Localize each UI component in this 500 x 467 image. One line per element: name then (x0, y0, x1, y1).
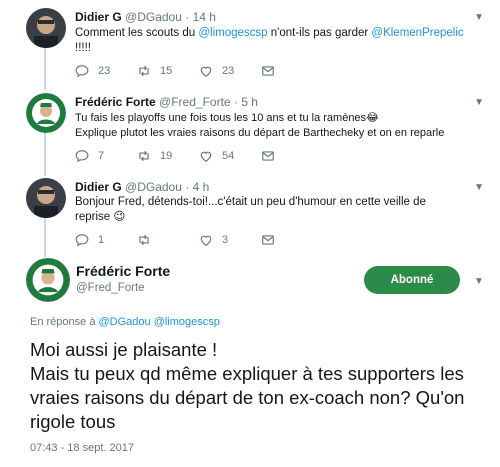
like-count: 54 (222, 150, 235, 162)
didier-avatar[interactable] (26, 8, 66, 48)
csp-avatar[interactable] (26, 93, 66, 133)
dm-button[interactable] (261, 64, 323, 78)
thread-line (44, 42, 46, 90)
reply-count: 7 (98, 150, 105, 162)
reply-context: En réponse à @DGadou @limogescsp (30, 316, 220, 328)
text-segment: Bonjour Fred, détends-toi!...c'était un … (75, 196, 426, 208)
thread-line (44, 217, 46, 257)
text-segment: reprise 😉 (75, 211, 126, 223)
tweet-actions: 23 15 23 (75, 64, 323, 78)
reply-button[interactable]: 7 (75, 149, 137, 163)
separator-dot: · (185, 180, 190, 194)
chevron-down-icon[interactable]: ▼ (474, 12, 484, 23)
separator-dot: · (185, 10, 190, 24)
tweet-text: Tu fais les playoffs une fois tous les 1… (75, 111, 495, 141)
retweet-count: 15 (160, 65, 173, 77)
tweet-text-line: Comment les scouts du @limogescsp n'ont-… (75, 26, 475, 41)
thread-line (44, 130, 46, 176)
tweet-time[interactable]: 4 h (193, 180, 210, 194)
heart-icon (200, 66, 212, 77)
text-segment: Tu fais les playoffs une fois tous les 1… (75, 112, 379, 124)
tweet-time[interactable]: 14 h (193, 10, 216, 24)
mention-link[interactable]: @KlemenPrepelic (371, 27, 463, 39)
tweet-time[interactable]: 5 h (241, 95, 258, 109)
tweet-text-line: Tu fais les playoffs une fois tous les 1… (75, 111, 495, 126)
retweet-count: 19 (160, 150, 173, 162)
reply-icon (75, 150, 89, 163)
heart-icon (200, 151, 212, 162)
separator-dot: · (233, 95, 238, 109)
text-line: Moi aussi je plaisante ! (30, 339, 218, 360)
chevron-down-icon[interactable]: ▼ (474, 276, 484, 287)
reply-count: 23 (98, 65, 111, 77)
tweet-text-line: Explique plutot les vraies raisons du dé… (75, 126, 495, 141)
tweet-actions: 1 3 (75, 233, 323, 247)
like-count: 3 (222, 234, 229, 246)
tweet-text-line: Bonjour Fred, détends-toi!...c'était un … (75, 195, 475, 210)
text-segment: Comment les scouts du (75, 27, 199, 39)
reply-icon (75, 234, 89, 247)
tweet-text: Comment les scouts du @limogescsp n'ont-… (75, 26, 475, 56)
text-line: Mais tu peux qd même expliquer à tes sup… (30, 363, 465, 432)
author-handle[interactable]: @Fred_Forte (76, 282, 145, 294)
retweet-button[interactable]: 19 (137, 149, 199, 163)
tweet-header: Didier G @DGadou · 14 h (75, 10, 216, 24)
reply-icon (75, 65, 89, 78)
follow-button[interactable]: Abonné (364, 266, 460, 294)
author-name[interactable]: Didier G (75, 180, 122, 194)
tweet-header: Frédéric Forte @Fred_Forte · 5 h (75, 95, 258, 109)
retweet-icon (139, 234, 149, 246)
chevron-down-icon[interactable]: ▼ (474, 97, 484, 108)
like-button[interactable]: 54 (199, 149, 261, 163)
dm-button[interactable] (261, 149, 323, 163)
reply-count: 1 (98, 234, 105, 246)
reply-button[interactable]: 23 (75, 64, 137, 78)
retweet-button[interactable] (137, 233, 199, 247)
retweet-button[interactable]: 15 (137, 64, 199, 78)
envelope-icon (262, 151, 274, 161)
author-handle[interactable]: @DGadou (125, 10, 182, 24)
tweet-header: Didier G @DGadou · 4 h (75, 180, 209, 194)
retweet-icon (139, 65, 149, 77)
reply-mentions[interactable]: @DGadou @limogescsp (99, 316, 220, 328)
text-segment: Explique plutot les vraies raisons du dé… (75, 127, 445, 139)
author-handle[interactable]: @DGadou (125, 180, 182, 194)
text-segment: n'ont-ils pas garder (267, 27, 372, 39)
envelope-icon (262, 66, 274, 76)
mention-link[interactable]: @limogescsp (198, 27, 267, 39)
csp-avatar[interactable] (26, 258, 70, 302)
tweet-text: Bonjour Fred, détends-toi!...c'était un … (75, 195, 475, 225)
dm-button[interactable] (261, 233, 323, 247)
envelope-icon (262, 235, 274, 245)
author-name[interactable]: Frédéric Forte (76, 263, 170, 279)
like-button[interactable]: 3 (199, 233, 261, 247)
retweet-icon (139, 150, 149, 162)
tweet-timestamp[interactable]: 07:43 - 18 sept. 2017 (30, 442, 134, 454)
reply-button[interactable]: 1 (75, 233, 137, 247)
like-count: 23 (222, 65, 235, 77)
didier-avatar[interactable] (26, 178, 66, 218)
reply-prefix: En réponse à (30, 316, 99, 328)
chevron-down-icon[interactable]: ▼ (474, 182, 484, 193)
like-button[interactable]: 23 (199, 64, 261, 78)
author-name[interactable]: Frédéric Forte (75, 95, 156, 109)
author-handle[interactable]: @Fred_Forte (159, 95, 231, 109)
author-name[interactable]: Didier G (75, 10, 122, 24)
main-tweet-text: Moi aussi je plaisante ! Mais tu peux qd … (30, 338, 490, 434)
heart-icon (200, 235, 212, 246)
tweet-text-line: !!!!! (75, 41, 475, 56)
tweet-text-line: reprise 😉 (75, 210, 475, 225)
tweet-actions: 7 19 54 (75, 149, 323, 163)
text-segment: !!!!! (75, 42, 91, 54)
